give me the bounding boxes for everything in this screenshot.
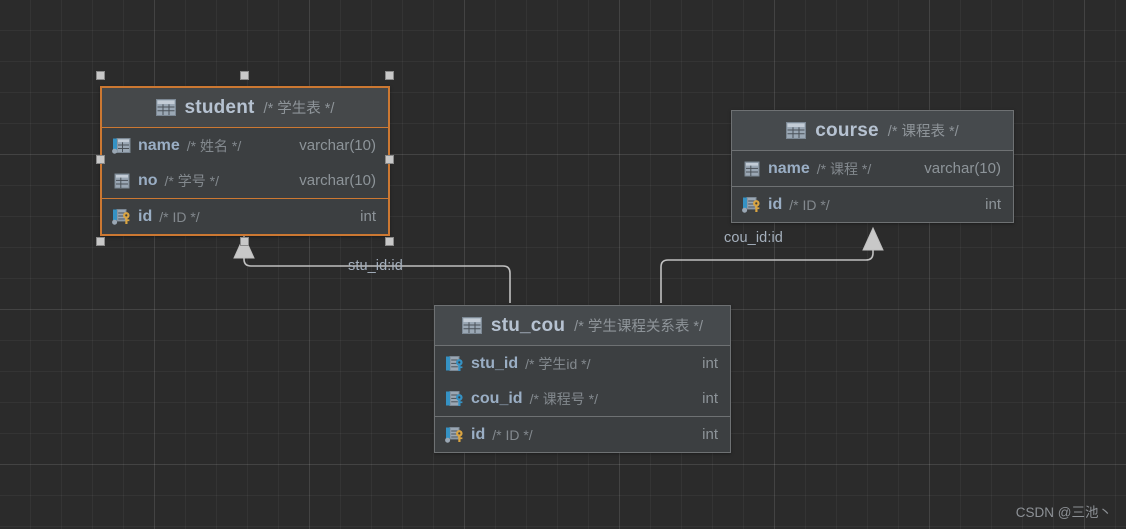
entity-stu_cou-header[interactable]: stu_cou /* 学生课程关系表 */ bbox=[435, 306, 730, 346]
selection-handle-top-left[interactable] bbox=[96, 71, 105, 80]
column-comment-label: /* ID */ bbox=[789, 196, 830, 213]
column-stu_cou-id[interactable]: id /* ID */ int bbox=[435, 417, 730, 452]
column-name-label: name bbox=[768, 159, 810, 177]
entity-student-primary-key-group: id /* ID */ int bbox=[102, 198, 388, 234]
column-type-label: int bbox=[702, 426, 718, 443]
column-stu_cou-stu_id[interactable]: stu_id /* 学生id */ int bbox=[435, 346, 730, 381]
column-comment-label: /* 课程 */ bbox=[816, 160, 872, 177]
entity-course-columns: name /* 课程 */ varchar(10) bbox=[732, 151, 1013, 186]
watermark: CSDN @三池丶 bbox=[1015, 505, 1112, 520]
column-course-id[interactable]: id /* ID */ int bbox=[732, 187, 1013, 222]
entity-course-header[interactable]: course /* 课程表 */ bbox=[732, 111, 1013, 151]
column-comment-label: /* 课程号 */ bbox=[529, 390, 599, 407]
entity-student[interactable]: student /* 学生表 */ name /* 姓名 */ varchar(… bbox=[100, 86, 390, 236]
entity-stu_cou-name: stu_cou bbox=[490, 314, 566, 336]
column-name-label: stu_id bbox=[471, 354, 519, 372]
column-comment-label: /* ID */ bbox=[159, 208, 200, 225]
diagram-canvas[interactable]: stu_id:id cou_id:id student /* 学生表 */ na… bbox=[0, 0, 1126, 529]
selection-handle-bottom-right[interactable] bbox=[385, 237, 394, 246]
foreign-key-column-icon bbox=[444, 390, 464, 407]
column-name-label: cou_id bbox=[471, 389, 523, 407]
entity-stu_cou-comment: /* 学生课程关系表 */ bbox=[574, 319, 704, 335]
entity-stu_cou[interactable]: stu_cou /* 学生课程关系表 */ stu_id /* 学生id */ … bbox=[434, 305, 731, 453]
selection-handle-bottom-left[interactable] bbox=[96, 237, 105, 246]
column-comment-label: /* 学号 */ bbox=[164, 172, 220, 189]
column-student-id[interactable]: id /* ID */ int bbox=[102, 199, 388, 234]
column-course-name[interactable]: name /* 课程 */ varchar(10) bbox=[732, 151, 1013, 186]
column-type-label: int bbox=[702, 355, 718, 372]
entity-course-primary-key-group: id /* ID */ int bbox=[732, 186, 1013, 222]
table-icon bbox=[155, 99, 176, 116]
table-icon bbox=[461, 317, 482, 334]
relationship-label-stu_id-id: stu_id:id bbox=[348, 258, 403, 274]
entity-stu_cou-columns: stu_id /* 学生id */ int cou_id /* 课程号 */ i… bbox=[435, 346, 730, 416]
entity-student-columns: name /* 姓名 */ varchar(10) no /* 学号 */ va bbox=[102, 128, 388, 198]
entity-student-comment: /* 学生表 */ bbox=[263, 101, 335, 117]
entity-course-name: course bbox=[815, 119, 879, 141]
entity-course-comment: /* 课程表 */ bbox=[887, 124, 959, 140]
selection-handle-top-center[interactable] bbox=[240, 71, 249, 80]
column-comment-label: /* 姓名 */ bbox=[186, 137, 242, 154]
column-name-label: id bbox=[138, 207, 153, 225]
entity-course[interactable]: course /* 课程表 */ name /* 课程 */ varchar(1… bbox=[731, 110, 1014, 223]
column-name-label: no bbox=[138, 171, 158, 189]
table-icon bbox=[786, 122, 807, 139]
column-type-label: varchar(10) bbox=[299, 172, 376, 189]
column-type-label: int bbox=[985, 196, 1001, 213]
primary-key-column-icon bbox=[111, 208, 131, 225]
column-name-label: id bbox=[471, 425, 486, 443]
entity-student-name: student bbox=[184, 96, 255, 118]
selection-handle-top-right[interactable] bbox=[385, 71, 394, 80]
column-comment-label: /* ID */ bbox=[492, 426, 533, 443]
column-icon bbox=[741, 161, 761, 177]
column-type-label: varchar(10) bbox=[299, 137, 376, 154]
selection-handle-bottom-center[interactable] bbox=[240, 237, 249, 246]
column-stu_cou-cou_id[interactable]: cou_id /* 课程号 */ int bbox=[435, 381, 730, 416]
primary-key-column-icon bbox=[741, 196, 761, 213]
column-name-label: id bbox=[768, 195, 783, 213]
primary-key-column-icon bbox=[444, 426, 464, 443]
column-comment-label: /* 学生id */ bbox=[525, 355, 591, 372]
column-student-name[interactable]: name /* 姓名 */ varchar(10) bbox=[102, 128, 388, 163]
column-icon bbox=[111, 173, 131, 189]
column-type-label: varchar(10) bbox=[924, 160, 1001, 177]
column-type-label: int bbox=[360, 208, 376, 225]
column-name-label: name bbox=[138, 136, 180, 154]
selection-handle-middle-right[interactable] bbox=[385, 155, 394, 164]
relationship-label-cou_id-id: cou_id:id bbox=[724, 230, 783, 246]
indexed-column-icon bbox=[111, 137, 131, 154]
selection-handle-middle-left[interactable] bbox=[96, 155, 105, 164]
column-type-label: int bbox=[702, 390, 718, 407]
column-student-no[interactable]: no /* 学号 */ varchar(10) bbox=[102, 163, 388, 198]
entity-student-header[interactable]: student /* 学生表 */ bbox=[102, 88, 388, 128]
entity-stu_cou-primary-key-group: id /* ID */ int bbox=[435, 416, 730, 452]
foreign-key-column-icon bbox=[444, 355, 464, 372]
